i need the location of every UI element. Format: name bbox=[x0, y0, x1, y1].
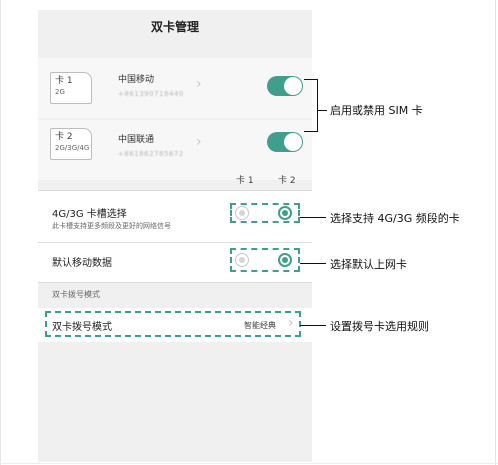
frame-left-edge bbox=[0, 0, 1, 465]
slot-radio-card2[interactable] bbox=[278, 206, 292, 220]
toggle-knob bbox=[284, 133, 302, 151]
carrier-name: 中国联通 bbox=[118, 135, 155, 145]
phone-number: +861390718440 bbox=[118, 90, 184, 98]
sim-badge-2: 卡 2 2G/3G/4G bbox=[50, 128, 92, 160]
sim-badge-1: 卡 1 2G bbox=[50, 72, 92, 104]
bracket-vertical bbox=[317, 79, 318, 132]
sim-2-enable-toggle[interactable] bbox=[267, 132, 303, 152]
pointer-line bbox=[300, 217, 326, 218]
annotation-slot: 选择支持 4G/3G 频段的卡 bbox=[330, 212, 460, 225]
page-title: 双卡管理 bbox=[150, 20, 199, 34]
divider bbox=[38, 282, 312, 283]
annotation-data: 选择默认上网卡 bbox=[330, 258, 407, 271]
annotation-dial: 设置拨号卡选用规则 bbox=[330, 320, 429, 333]
dial-mode-row[interactable] bbox=[45, 311, 301, 337]
sim-card-row-2[interactable]: 卡 2 2G/3G/4G 中国联通 +861862785672 › bbox=[38, 120, 312, 180]
frame-right-edge bbox=[495, 0, 496, 465]
slot-radio-card1[interactable] bbox=[235, 206, 249, 220]
bracket-pointer bbox=[317, 110, 327, 111]
toggle-knob bbox=[284, 77, 302, 95]
sim-badge-network: 2G/3G/4G bbox=[55, 144, 90, 152]
column-header-card1: 卡 1 bbox=[236, 176, 254, 186]
bracket-top bbox=[304, 79, 318, 80]
pointer-line bbox=[300, 263, 326, 264]
divider bbox=[38, 190, 312, 191]
divider bbox=[38, 242, 312, 243]
pointer-line bbox=[300, 325, 326, 326]
frame-bottom-edge bbox=[0, 463, 498, 464]
data-radio-card2[interactable] bbox=[278, 253, 292, 267]
sim-badge-network: 2G bbox=[55, 88, 65, 96]
carrier-name: 中国移动 bbox=[118, 75, 155, 85]
sim-badge-number: 卡 2 bbox=[55, 132, 73, 142]
column-header-card2: 卡 2 bbox=[278, 176, 296, 186]
annotation-toggle: 启用或禁用 SIM 卡 bbox=[330, 104, 423, 117]
chevron-right-icon[interactable]: › bbox=[196, 76, 202, 92]
sim-1-enable-toggle[interactable] bbox=[267, 76, 303, 96]
sim-badge-number: 卡 1 bbox=[55, 76, 73, 86]
data-radio-card1[interactable] bbox=[235, 253, 249, 267]
dual-sim-screen: 双卡管理 卡 1 2G 中国移动 +861390718440 › 卡 2 2G/… bbox=[38, 10, 312, 462]
sim-card-row-1[interactable]: 卡 1 2G 中国移动 +861390718440 › bbox=[38, 58, 312, 118]
slot-select-label: 4G/3G 卡槽选择 bbox=[52, 209, 127, 220]
default-data-label: 默认移动数据 bbox=[52, 258, 112, 269]
slot-select-subtitle: 此卡槽支持更多频段及更好的网络信号 bbox=[52, 222, 171, 230]
dial-section-header: 双卡拨号模式 bbox=[52, 290, 100, 299]
bracket-bottom bbox=[304, 131, 318, 132]
phone-number: +861862785672 bbox=[118, 150, 184, 158]
chevron-right-icon[interactable]: › bbox=[196, 134, 202, 150]
